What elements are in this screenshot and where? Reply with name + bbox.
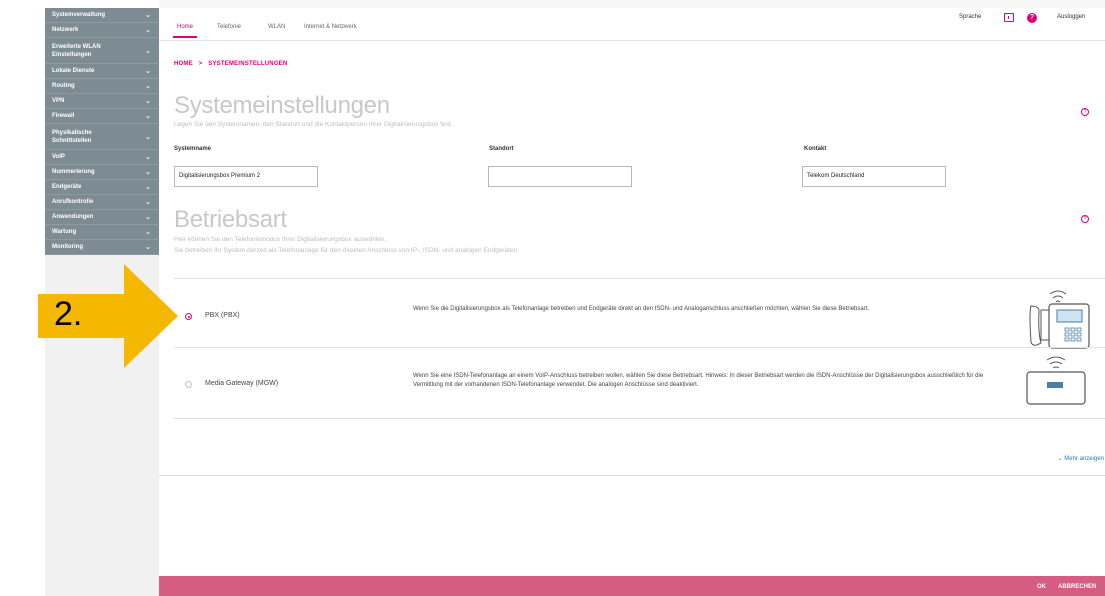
option-label-mgw[interactable]: Media Gateway (MGW)	[205, 380, 278, 387]
chevron-down-icon: ⌄	[145, 133, 151, 141]
option-desc-mgw: Wenn Sie eine ISDN-Telefonanlage an eine…	[413, 373, 984, 388]
help-icon[interactable]: ?	[1027, 13, 1037, 23]
field-label-systemname: Systemname	[174, 146, 212, 152]
chevron-down-icon: ⌄	[145, 27, 151, 34]
sidebar-item-lokale-dienste[interactable]: Lokale Dienste ⌄	[45, 64, 159, 79]
divider	[174, 278, 1105, 279]
chevron-down-icon: ⌄	[145, 214, 151, 221]
sidebar-item-erweiterte-wlan[interactable]: Erweiterte WLAN Einstellungen ⌄	[45, 38, 159, 64]
main-content: Home Telefonie WLAN Internet & Netzwerk …	[159, 8, 1105, 596]
systemname-input[interactable]: Digitalisierungsbox Premium 2	[174, 166, 318, 187]
sidebar-item-monitoring[interactable]: Monitoring ⌄	[45, 240, 159, 255]
radio-pbx[interactable]	[185, 313, 192, 320]
tab-home[interactable]: Home	[172, 24, 198, 38]
kontakt-input[interactable]: Telekom Deutschland	[802, 166, 946, 187]
section-subtitle-mode-1: Hier können Sie den Telefoniemodus Ihrer…	[174, 236, 387, 243]
tab-wlan[interactable]: WLAN	[268, 24, 285, 30]
chevron-down-icon: ⌄	[145, 229, 151, 236]
phone-system-icon	[1029, 290, 1090, 349]
tab-internet-netzwerk[interactable]: Internet & Netzwerk	[304, 24, 357, 30]
standort-input[interactable]	[488, 166, 632, 187]
sidebar-item-label: Wartung	[52, 229, 77, 235]
sidebar-item-label: Monitoring	[52, 244, 83, 250]
logout-link[interactable]: Ausloggen	[1057, 14, 1085, 20]
sidebar-item-label: Routing	[52, 83, 75, 89]
breadcrumb-current: SYSTEMEINSTELLUNGEN	[208, 61, 288, 67]
chevron-down-icon: ⌄	[145, 113, 151, 120]
radio-mgw[interactable]	[185, 381, 192, 388]
section-title-mode: Betriebsart	[174, 206, 287, 233]
section-title-system: Systemeinstellungen	[174, 92, 390, 119]
question-icon[interactable]: ?	[1081, 108, 1089, 116]
divider	[174, 347, 1105, 348]
tab-telefonie[interactable]: Telefonie	[217, 24, 241, 30]
chevron-down-icon: ⌄	[145, 184, 151, 191]
option-label-pbx[interactable]: PBX (PBX)	[205, 312, 240, 319]
screen-icon[interactable]	[1004, 13, 1014, 22]
chevron-down-icon: ⌄	[1057, 456, 1063, 462]
field-label-kontakt: Kontakt	[804, 146, 827, 152]
divider	[159, 475, 1105, 476]
sidebar-item-label: Endgeräte	[52, 184, 82, 190]
show-more-link[interactable]: ⌄ Mehr anzeigen	[1058, 455, 1104, 462]
section-subtitle-mode-2: Sie betreiben Ihr System derzeit als Tel…	[174, 247, 519, 254]
sidebar-item-wartung[interactable]: Wartung ⌄	[45, 225, 159, 240]
breadcrumb-home[interactable]: HOME	[174, 61, 193, 67]
chevron-down-icon: ⌄	[145, 199, 151, 206]
sidebar-item-label: VoIP	[52, 154, 65, 160]
sidebar-item-netzwerk[interactable]: Netzwerk ⌄	[45, 23, 159, 38]
annotation-number: 2.	[54, 295, 83, 333]
chevron-down-icon: ⌄	[145, 83, 151, 90]
sidebar-item-physikalische-schnittstellen[interactable]: Physikalische Schnittstellen ⌄	[45, 124, 159, 150]
page: Systemverwaltung ⌄ Netzwerk ⌄ Erweiterte W…	[0, 0, 1105, 596]
sidebar-item-vpn[interactable]: VPN ⌄	[45, 94, 159, 109]
sidebar-item-nummerierung[interactable]: Nummerierung ⌄	[45, 165, 159, 180]
cancel-button[interactable]: ABBRECHEN	[1058, 584, 1096, 590]
chevron-down-icon: ⌄	[145, 169, 151, 176]
top-strip	[159, 0, 1105, 8]
sidebar-item-label: Physikalische Schnittstellen	[52, 129, 92, 144]
sidebar-menu: Systemverwaltung ⌄ Netzwerk ⌄ Erweiterte W…	[45, 8, 159, 255]
question-icon[interactable]: ?	[1081, 215, 1089, 223]
sidebar-item-voip[interactable]: VoIP ⌄	[45, 150, 159, 165]
option-desc-pbx: Wenn Sie die Digitalisierungsbox als Tel…	[413, 306, 870, 312]
sidebar-item-label: Firewall	[52, 113, 75, 119]
sidebar-item-label: Lokale Dienste	[52, 68, 95, 74]
sidebar-item-anrufkontrolle[interactable]: Anrufkontrolle ⌄	[45, 195, 159, 210]
breadcrumb: HOME > SYSTEMEINSTELLUNGEN	[174, 61, 287, 67]
sidebar-item-label: VPN	[52, 98, 65, 104]
tab-bar: Home Telefonie WLAN Internet & Netzwerk …	[159, 8, 1105, 41]
section-subtitle-system: Legen Sie den Systemnamen, den Standort …	[174, 121, 453, 128]
chevron-down-icon: ⌄	[145, 47, 151, 55]
chevron-down-icon: ⌄	[145, 98, 151, 105]
sidebar-item-anwendungen[interactable]: Anwendungen ⌄	[45, 210, 159, 225]
divider	[174, 418, 1105, 419]
sidebar-item-firewall[interactable]: Firewall ⌄	[45, 109, 159, 124]
chevron-down-icon: ⌄	[145, 154, 151, 161]
sidebar-item-routing[interactable]: Routing ⌄	[45, 79, 159, 94]
show-more-label: Mehr anzeigen	[1064, 456, 1104, 462]
sidebar-item-endgeraete[interactable]: Endgeräte ⌄	[45, 180, 159, 195]
breadcrumb-separator: >	[198, 61, 203, 67]
media-gateway-icon	[1026, 356, 1086, 405]
footer-bar: OK ABBRECHEN	[159, 576, 1105, 596]
sidebar-item-label: Systemverwaltung	[52, 12, 106, 18]
field-label-standort: Standort	[489, 146, 514, 152]
sidebar-item-systemverwaltung[interactable]: Systemverwaltung ⌄	[45, 8, 159, 23]
chevron-down-icon: ⌄	[145, 68, 151, 75]
chevron-down-icon: ⌄	[145, 12, 151, 19]
ok-button[interactable]: OK	[1037, 584, 1046, 590]
sidebar-item-label: Nummerierung	[52, 169, 95, 175]
sidebar-item-label: Erweiterte WLAN Einstellungen	[52, 43, 101, 58]
sidebar-item-label: Anrufkontrolle	[52, 199, 94, 205]
sidebar-item-label: Anwendungen	[52, 214, 94, 220]
chevron-down-icon: ⌄	[145, 244, 151, 251]
sidebar-item-label: Netzwerk	[52, 27, 79, 33]
language-link[interactable]: Sprache	[959, 14, 981, 20]
